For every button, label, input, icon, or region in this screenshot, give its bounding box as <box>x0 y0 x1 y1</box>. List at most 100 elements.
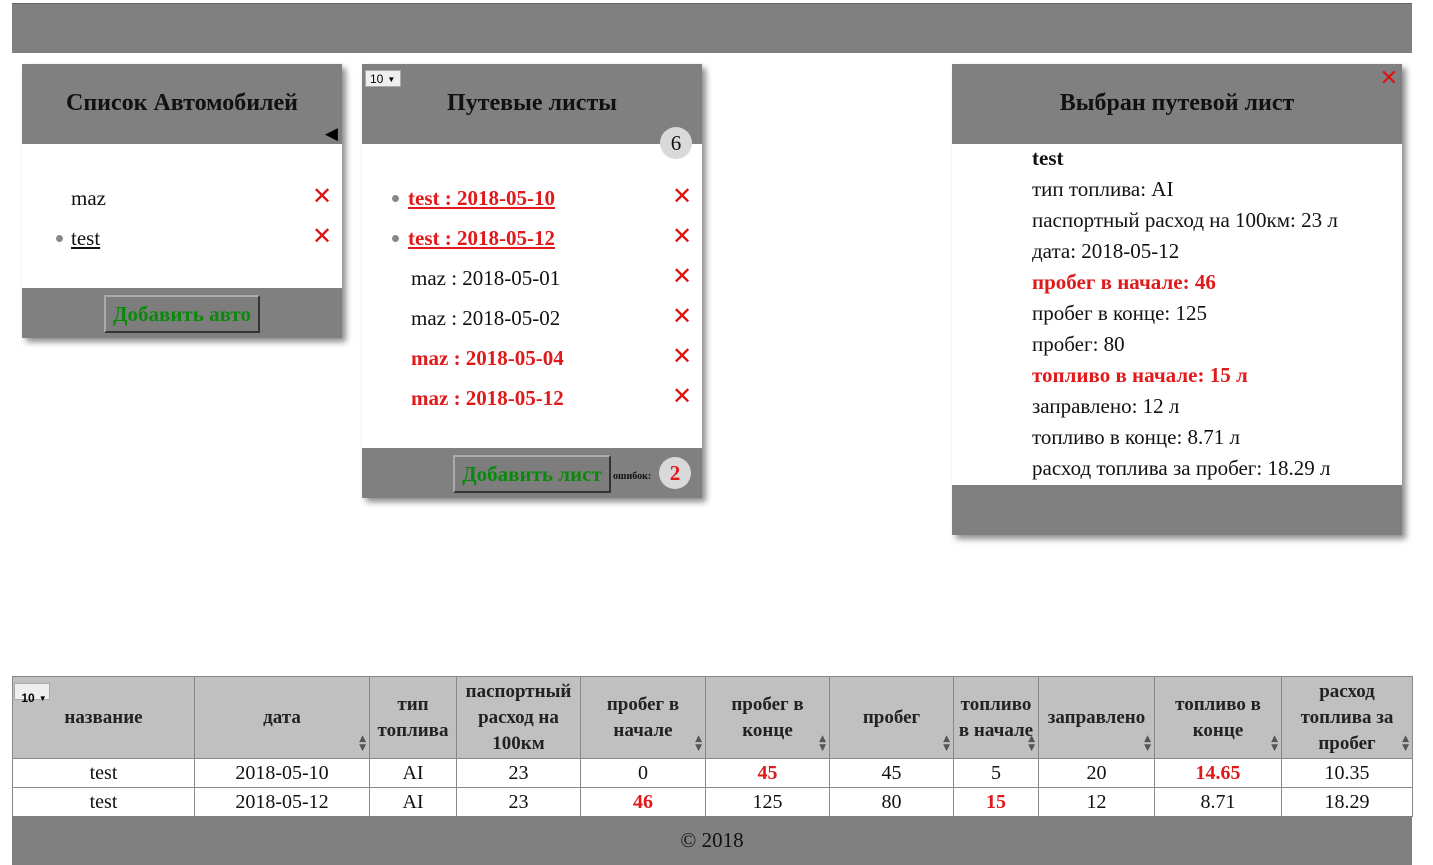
table-cell: 14.65 <box>1154 758 1282 788</box>
table-cell: 2018-05-12 <box>194 787 370 817</box>
detail-date: дата: 2018-05-12 <box>1032 239 1180 263</box>
column-header[interactable]: 10 ▼ название <box>12 676 195 759</box>
detail-mileage-end: пробег в конце: 125 <box>1032 301 1208 325</box>
column-header[interactable]: пробег ▲ ▼ <box>829 676 954 759</box>
detail-refueled: заправлено: 12 л <box>1032 394 1180 418</box>
column-header[interactable]: топливо в начале ▲ ▼ <box>953 676 1039 759</box>
table-cell: 80 <box>829 787 954 817</box>
sort-icon[interactable]: ▲ ▼ <box>943 735 950 753</box>
table-page-size-select[interactable]: 10 ▼ <box>14 683 50 705</box>
table-cell: 0 <box>580 758 706 788</box>
waybills-count-badge: 6 <box>660 127 692 159</box>
cars-panel-header: Список Автомобилей ◀ <box>22 64 342 144</box>
detail-passport-rate: паспортный расход на 100км: 23 л <box>1032 208 1338 232</box>
waybill-item-label[interactable]: maz : 2018-05-04 <box>411 346 564 371</box>
table-cell: 23 <box>456 758 581 788</box>
waybill-item[interactable]: maz : 2018-05-12 ✕ <box>362 378 702 418</box>
detail-consumption: расход топлива за пробег: 18.29 л <box>1032 456 1331 480</box>
sort-icon[interactable]: ▲ ▼ <box>695 735 702 753</box>
waybill-item[interactable]: maz : 2018-05-02 ✕ <box>362 298 702 338</box>
table-cell: 10.35 <box>1281 758 1413 788</box>
waybills-panel: 10 ▼ Путевые листы 6 test : 2018-05-10 ✕ … <box>362 64 702 498</box>
detail-fuel-type: тип топлива: AI <box>1032 177 1174 201</box>
top-bar <box>12 3 1412 53</box>
sort-icon[interactable]: ▲ ▼ <box>1028 735 1035 753</box>
bullet-icon <box>392 195 399 202</box>
detail-mileage-start: пробег в начале: 46 <box>1032 270 1216 294</box>
waybill-item[interactable]: maz : 2018-05-01 ✕ <box>362 258 702 298</box>
bullet-icon <box>56 235 63 242</box>
table-cell: 5 <box>953 758 1039 788</box>
car-item-maz[interactable]: maz ✕ <box>22 178 342 218</box>
cars-panel: Список Автомобилей ◀ maz ✕ test ✕ Добави… <box>22 64 342 338</box>
column-header[interactable]: пробег в конце ▲ ▼ <box>705 676 830 759</box>
delete-icon[interactable]: ✕ <box>672 223 692 249</box>
sort-icon[interactable]: ▲ ▼ <box>1144 735 1151 753</box>
waybills-panel-title: Путевые листы <box>447 90 617 116</box>
waybills-panel-header: 10 ▼ Путевые листы 6 <box>362 64 702 159</box>
column-header[interactable]: топливо в конце ▲ ▼ <box>1154 676 1282 759</box>
table-cell: 15 <box>953 787 1039 817</box>
page-footer: © 2018 <box>12 816 1412 865</box>
cars-panel-title: Список Автомобилей <box>66 90 298 116</box>
page-size-select[interactable]: 10 ▼ <box>365 70 401 87</box>
sort-icon[interactable]: ▲ ▼ <box>359 735 366 753</box>
table-cell: 2018-05-10 <box>194 758 370 788</box>
table-cell: 46 <box>580 787 706 817</box>
table-cell: 125 <box>705 787 830 817</box>
table-cell: test <box>12 787 195 817</box>
column-header[interactable]: тип топлива <box>369 676 457 759</box>
waybill-item-label[interactable]: maz : 2018-05-12 <box>411 386 564 411</box>
table-cell: 45 <box>829 758 954 788</box>
sort-icon[interactable]: ▲ ▼ <box>1402 735 1409 753</box>
column-header[interactable]: пробег в начале ▲ ▼ <box>580 676 706 759</box>
collapse-icon[interactable]: ◀ <box>325 124 338 144</box>
delete-icon[interactable]: ✕ <box>672 263 692 289</box>
table-row[interactable]: test 2018-05-12 AI 23 46 125 80 15 12 8.… <box>12 787 1413 817</box>
column-header[interactable]: расход топлива за пробег ▲ ▼ <box>1281 676 1413 759</box>
delete-icon[interactable]: ✕ <box>672 183 692 209</box>
cars-panel-footer: Добавить авто <box>22 288 342 338</box>
selected-panel-header: Выбран путевой лист ✕ <box>952 64 1402 144</box>
waybill-item[interactable]: maz : 2018-05-04 ✕ <box>362 338 702 378</box>
table-cell: 8.71 <box>1154 787 1282 817</box>
selected-name: test <box>1032 146 1064 170</box>
selected-panel-title: Выбран путевой лист <box>1059 90 1295 116</box>
column-header[interactable]: паспортный расход на 100км <box>456 676 581 759</box>
waybill-item[interactable]: test : 2018-05-10 ✕ <box>362 178 702 218</box>
waybills-table: 10 ▼ название дата ▲ ▼ тип топлива паспортн… <box>12 676 1413 817</box>
waybills-panel-footer: Добавить лист ошибок: 2 <box>362 448 702 498</box>
detail-fuel-end: топливо в конце: 8.71 л <box>1032 425 1241 449</box>
waybill-item[interactable]: test : 2018-05-12 ✕ <box>362 218 702 258</box>
column-header[interactable]: дата ▲ ▼ <box>194 676 370 759</box>
table-row[interactable]: test 2018-05-10 AI 23 0 45 45 5 20 14.65… <box>12 758 1413 788</box>
table-cell: AI <box>369 787 457 817</box>
sort-icon[interactable]: ▲ ▼ <box>1271 735 1278 753</box>
waybill-item-label[interactable]: test : 2018-05-12 <box>408 226 555 251</box>
close-icon[interactable]: ✕ <box>1380 66 1398 91</box>
delete-icon[interactable]: ✕ <box>312 183 332 209</box>
table-cell: AI <box>369 758 457 788</box>
delete-icon[interactable]: ✕ <box>312 223 332 249</box>
table-cell: 20 <box>1038 758 1155 788</box>
add-waybill-button[interactable]: Добавить лист <box>453 455 611 493</box>
bullet-icon <box>392 235 399 242</box>
car-item-test[interactable]: test ✕ <box>22 218 342 258</box>
detail-mileage: пробег: 80 <box>1032 332 1125 356</box>
detail-fuel-start: топливо в начале: 15 л <box>1032 363 1248 387</box>
car-item-label[interactable]: test <box>71 226 100 251</box>
selected-waybill-panel: Выбран путевой лист ✕ test тип топлива: … <box>952 64 1402 535</box>
waybill-item-label[interactable]: maz : 2018-05-01 <box>411 266 560 291</box>
add-car-button[interactable]: Добавить авто <box>104 295 260 333</box>
delete-icon[interactable]: ✕ <box>672 303 692 329</box>
sort-icon[interactable]: ▲ ▼ <box>819 735 826 753</box>
errors-count-badge: 2 <box>659 457 691 489</box>
car-item-label[interactable]: maz <box>71 186 106 211</box>
errors-label: ошибок: <box>613 471 652 482</box>
waybill-item-label[interactable]: maz : 2018-05-02 <box>411 306 560 331</box>
waybill-item-label[interactable]: test : 2018-05-10 <box>408 186 555 211</box>
delete-icon[interactable]: ✕ <box>672 383 692 409</box>
table-header-row: 10 ▼ название дата ▲ ▼ тип топлива паспортн… <box>12 676 1413 759</box>
column-header[interactable]: заправлено ▲ ▼ <box>1038 676 1155 759</box>
delete-icon[interactable]: ✕ <box>672 343 692 369</box>
